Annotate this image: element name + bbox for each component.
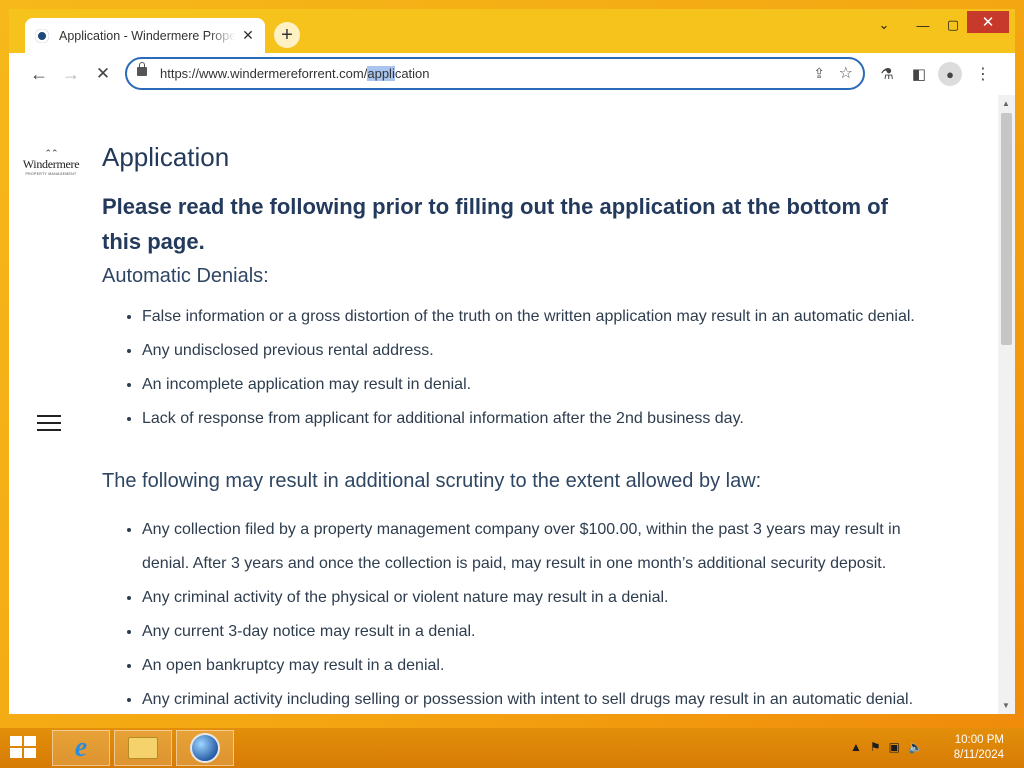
list-item: Any criminal activity including selling … [142,683,952,714]
intro-heading: Please read the following prior to filli… [102,194,888,254]
tab-strip: Application - Windermere Prope ✕ + ⌄ — ▢… [9,9,1015,53]
internet-explorer-taskbar-icon[interactable]: e [52,730,110,766]
tab-application[interactable]: Application - Windermere Prope ✕ [25,18,265,53]
profile-avatar-icon[interactable]: ● [938,62,962,86]
logo-subtext: PROPERTY MANAGEMENT [25,172,77,176]
file-explorer-taskbar-icon[interactable] [114,730,172,766]
share-icon[interactable]: ⇪ [813,65,825,82]
url-text[interactable]: https://www.windermereforrent.com/applic… [160,66,430,81]
volume-muted-icon[interactable]: 🔈 [908,740,923,754]
logo-text: Windermere [22,157,80,171]
browser-toolbar: ← → ✕ https://www.windermereforrent.com/… [9,53,1015,95]
close-window-button[interactable]: ✕ [967,11,1009,33]
page-viewport: ⌃⌃ Windermere PROPERTY MANAGEMENT Applic… [9,95,1015,714]
list-item: Any current 3-day notice may result in a… [142,615,952,649]
list-item: False information or a gross distortion … [142,300,1012,334]
tab-title: Application - Windermere Prope [59,28,235,43]
url-prefix: https://www.windermereforrent.com/ [160,66,368,81]
hamburger-menu-icon[interactable] [37,415,61,436]
list-item: Any collection filed by a property manag… [142,513,952,581]
windermere-logo[interactable]: ⌃⌃ Windermere PROPERTY MANAGEMENT [21,148,81,177]
tab-close-icon[interactable]: ✕ [241,27,255,44]
address-bar[interactable]: https://www.windermereforrent.com/applic… [125,57,865,90]
logo-roof-icon: ⌃⌃ [44,148,58,158]
clock-time: 10:00 PM [954,734,1004,746]
browser-window: Application - Windermere Prope ✕ + ⌄ — ▢… [9,9,1015,714]
scroll-down-arrow-icon[interactable]: ▼ [1002,701,1010,710]
new-tab-button[interactable]: + [274,22,300,48]
automatic-denials-list: False information or a gross distortion … [102,300,1012,436]
lab-flask-icon[interactable]: ⚗ [876,63,898,85]
vertical-scrollbar[interactable]: ▲ ▼ [998,95,1015,714]
tab-search-chevron-icon[interactable]: ⌄ [875,13,893,37]
side-panel-icon[interactable]: ◧ [908,63,930,85]
forward-arrow-icon[interactable]: → [59,62,83,86]
taskbar-clock[interactable]: 10:00 PM 8/11/2024 [954,733,1004,763]
section-automatic-denials-heading: Automatic Denials: [102,265,269,287]
stop-loading-icon[interactable]: ✕ [91,62,115,86]
list-item: Lack of response from applicant for addi… [142,402,1012,436]
clock-date: 8/11/2024 [953,749,1004,761]
minimize-button[interactable]: — [911,13,935,37]
windows-start-icon[interactable] [10,736,38,760]
scroll-up-arrow-icon[interactable]: ▲ [1002,99,1010,108]
list-item: Any criminal activity of the physical or… [142,581,952,615]
action-center-flag-icon[interactable]: ⚑ [870,740,881,754]
list-item: An open bankruptcy may result in a denia… [142,649,952,683]
windermere-favicon-icon [35,28,49,43]
scrollbar-thumb[interactable] [1001,113,1012,345]
system-tray: ▲ ⚑ ▣ 🔈 [850,740,923,754]
list-item: Any undisclosed previous rental address. [142,334,1012,368]
kebab-menu-icon[interactable]: ⋮ [972,63,994,85]
network-icon[interactable]: ▣ [889,740,900,754]
list-item: An incomplete application may result in … [142,368,1012,402]
section-scrutiny-heading: The following may result in additional s… [102,470,762,492]
url-suffix: cation [394,66,430,81]
lock-icon[interactable] [137,62,147,76]
show-hidden-icons-icon[interactable]: ▲ [850,740,862,754]
bookmark-star-icon[interactable]: ☆ [839,63,853,83]
maximize-button[interactable]: ▢ [941,13,965,37]
page-title: Application [102,142,230,172]
scrutiny-list: Any collection filed by a property manag… [102,513,952,714]
taskbar: e ▲ ⚑ ▣ 🔈 10:00 PM 8/11/2024 [0,728,1024,768]
chrome-taskbar-icon[interactable] [176,730,234,766]
back-arrow-icon[interactable]: ← [27,62,51,86]
url-selected-text: appli [367,66,395,81]
